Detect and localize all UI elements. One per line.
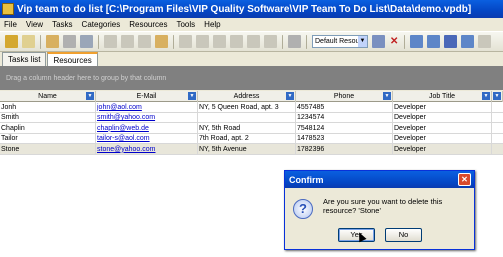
cell-job-title[interactable]: Developer	[393, 133, 492, 144]
collapse-icon[interactable]	[264, 35, 277, 48]
toolbar-separator	[282, 34, 283, 49]
group-by-area[interactable]: Drag a column header here to group by th…	[0, 66, 503, 90]
toolbar: Default Resou ▼ ✕	[0, 31, 503, 52]
column-header-address[interactable]: Address ▼	[198, 91, 296, 102]
window-titlebar: Vip team to do list [C:\Program Files\VI…	[0, 0, 503, 18]
tab-bar: Tasks list Resources	[0, 52, 503, 66]
chevron-down-icon[interactable]: ▼	[358, 36, 367, 47]
toolbar-separator	[404, 34, 406, 49]
indent-icon[interactable]	[179, 35, 192, 48]
cell-name[interactable]: Chaplin	[0, 123, 96, 134]
dialog-title: Confirm	[289, 174, 324, 185]
question-icon: ?	[293, 199, 313, 219]
view-resources-icon[interactable]	[444, 35, 458, 48]
edit-resource-icon[interactable]	[372, 35, 385, 48]
cell-address[interactable]: NY, 5th Avenue	[198, 144, 296, 155]
cell-name[interactable]: Smith	[0, 112, 96, 123]
column-filter-icon[interactable]: ▼	[482, 92, 490, 100]
menu-tasks[interactable]: Tasks	[52, 20, 72, 29]
column-filter-icon[interactable]: ▼	[286, 92, 294, 100]
cell-email[interactable]: chaplin@web.de	[96, 123, 198, 134]
cell-email[interactable]: tailor-s@aol.com	[96, 133, 198, 144]
toolbar-separator	[306, 34, 307, 49]
cell-phone[interactable]: 7548124	[296, 123, 393, 134]
dialog-titlebar: Confirm ✕	[285, 171, 474, 188]
column-header-name[interactable]: Name ▼	[0, 91, 96, 102]
options-icon[interactable]	[478, 35, 492, 48]
paste-icon[interactable]	[138, 35, 151, 48]
cell-address[interactable]	[198, 112, 296, 123]
filter-icon[interactable]	[288, 35, 301, 48]
menu-file[interactable]: File	[4, 20, 17, 29]
resource-select-value: Default Resou	[315, 38, 360, 45]
window-title: Vip team to do list [C:\Program Files\VI…	[17, 3, 472, 15]
cell-name[interactable]: Jonh	[0, 102, 96, 113]
cell-phone[interactable]: 1782396	[296, 144, 393, 155]
group-by-hint: Drag a column header here to group by th…	[6, 75, 167, 82]
menu-bar: File View Tasks Categories Resources Too…	[0, 18, 503, 31]
cell-email[interactable]: john@aol.com	[96, 102, 198, 113]
table-row[interactable]: Jonh john@aol.com NY, 5 Queen Road, apt.…	[0, 102, 503, 113]
tab-resources[interactable]: Resources	[47, 52, 98, 66]
resource-select[interactable]: Default Resou ▼	[312, 35, 368, 48]
menu-tools[interactable]: Tools	[176, 20, 195, 29]
column-filter-icon[interactable]: ▼	[188, 92, 196, 100]
cell-phone[interactable]: 4557485	[296, 102, 393, 113]
menu-categories[interactable]: Categories	[82, 20, 121, 29]
table-row-selected[interactable]: Stone stone@yahoo.com NY, 5th Avenue 178…	[0, 144, 503, 155]
print-preview-icon[interactable]	[80, 35, 93, 48]
no-button[interactable]: No	[385, 228, 422, 242]
cell-job-title[interactable]: Developer	[393, 123, 492, 134]
dialog-body: ? Are you sure you want to delete this r…	[285, 188, 474, 250]
toolbar-separator	[98, 34, 99, 49]
find-icon[interactable]	[155, 35, 168, 48]
view-chart-icon[interactable]	[461, 35, 475, 48]
view-calendar-icon[interactable]	[427, 35, 441, 48]
grid-header: Name ▼ E-Mail ▼ Address ▼ Phone ▼ Job Title ▼…	[0, 91, 503, 102]
dialog-message: Are you sure you want to delete this res…	[323, 197, 443, 215]
cell-address[interactable]: 7th Road, apt. 2	[198, 133, 296, 144]
column-filter-icon[interactable]: ▼	[86, 92, 94, 100]
cell-job-title[interactable]: Developer	[393, 112, 492, 123]
expand-icon[interactable]	[247, 35, 260, 48]
move-up-icon[interactable]	[213, 35, 226, 48]
close-icon[interactable]: ✕	[458, 173, 471, 186]
cell-name[interactable]: Stone	[0, 144, 96, 155]
confirm-dialog: Confirm ✕ ? Are you sure you want to del…	[284, 170, 475, 250]
outdent-icon[interactable]	[196, 35, 209, 48]
cut-icon[interactable]	[104, 35, 117, 48]
delete-icon[interactable]: ✕	[390, 36, 398, 47]
column-chooser-icon[interactable]: ▼	[492, 91, 503, 102]
cell-address[interactable]: NY, 5th Road	[198, 123, 296, 134]
column-filter-icon[interactable]: ▼	[383, 92, 391, 100]
view-list-icon[interactable]	[410, 35, 424, 48]
save-icon[interactable]	[46, 35, 59, 48]
cell-email[interactable]: stone@yahoo.com	[96, 144, 198, 155]
app-icon	[2, 3, 14, 15]
cell-job-title[interactable]: Developer	[393, 144, 492, 155]
cell-phone[interactable]: 1234574	[296, 112, 393, 123]
column-header-phone[interactable]: Phone ▼	[296, 91, 393, 102]
table-row[interactable]: Tailor tailor-s@aol.com 7th Road, apt. 2…	[0, 133, 503, 144]
cell-phone[interactable]: 1478523	[296, 133, 393, 144]
cell-address[interactable]: NY, 5 Queen Road, apt. 3	[198, 102, 296, 113]
move-down-icon[interactable]	[230, 35, 243, 48]
table-row[interactable]: Chaplin chaplin@web.de NY, 5th Road 7548…	[0, 123, 503, 134]
menu-resources[interactable]: Resources	[129, 20, 167, 29]
tab-tasks-list[interactable]: Tasks list	[2, 52, 47, 66]
menu-help[interactable]: Help	[204, 20, 220, 29]
table-row[interactable]: Smith smith@yahoo.com 1234574 Developer	[0, 112, 503, 123]
toolbar-separator	[40, 34, 41, 49]
cell-name[interactable]: Tailor	[0, 133, 96, 144]
column-header-email[interactable]: E-Mail ▼	[96, 91, 198, 102]
cell-job-title[interactable]: Developer	[393, 102, 492, 113]
new-icon[interactable]	[5, 35, 18, 48]
column-header-job-title[interactable]: Job Title ▼	[393, 91, 492, 102]
open-icon[interactable]	[22, 35, 35, 48]
menu-view[interactable]: View	[26, 20, 43, 29]
cell-email[interactable]: smith@yahoo.com	[96, 112, 198, 123]
toolbar-separator	[173, 34, 174, 49]
copy-icon[interactable]	[121, 35, 134, 48]
print-icon[interactable]	[63, 35, 76, 48]
